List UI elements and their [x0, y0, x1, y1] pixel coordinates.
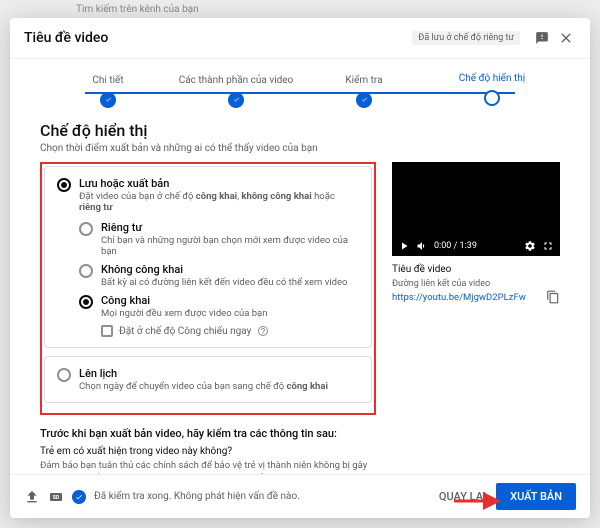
radio-icon: [79, 264, 93, 278]
play-icon[interactable]: [398, 240, 410, 252]
save-publish-card: Lưu hoặc xuất bản Đặt video của bạn ở ch…: [44, 166, 372, 348]
premiere-checkbox[interactable]: Đặt ở chế độ Công chiếu ngay: [101, 325, 359, 337]
dialog-title: Tiêu đề video: [24, 30, 412, 46]
schedule-card: Lên lịch Chọn ngày để chuyển video của b…: [44, 356, 372, 403]
close-icon[interactable]: [556, 28, 576, 48]
preview-time: 0:00 / 1:39: [434, 241, 518, 251]
section-title: Chế độ hiển thị: [40, 121, 560, 140]
fullscreen-icon[interactable]: [542, 240, 554, 252]
check-question: Trẻ em có xuất hiện trong video này khôn…: [40, 446, 376, 457]
footer-status: Đã kiểm tra xong. Không phát hiện vấn đề…: [94, 491, 300, 502]
hd-icon: SD: [48, 489, 64, 505]
radio-icon: [79, 222, 93, 236]
help-icon[interactable]: [257, 325, 269, 337]
dialog-footer: SD Đã kiểm tra xong. Không phát hiện vấn…: [10, 474, 590, 518]
annotation-highlight: Lưu hoặc xuất bản Đặt video của bạn ở ch…: [40, 162, 376, 415]
section-subtitle: Chọn thời điểm xuất bản và những ai có t…: [40, 143, 560, 154]
step-elements[interactable]: Các thành phần của video: [172, 75, 300, 108]
check-answer: Đảm bảo bạn tuân thủ các chính sách để b…: [40, 459, 376, 474]
radio-icon: [57, 368, 71, 382]
preview-title: Tiêu đề video: [392, 264, 560, 275]
dialog-body: Chế độ hiển thị Chọn thời điểm xuất bản …: [10, 117, 590, 474]
radio-icon: [79, 295, 93, 309]
upload-icon: [24, 489, 40, 505]
step-details[interactable]: Chi tiết: [44, 75, 172, 108]
radio-icon: [57, 178, 71, 192]
public-radio[interactable]: Công khai Mọi người đều xem được video c…: [79, 294, 359, 319]
video-preview[interactable]: 0:00 / 1:39: [392, 162, 560, 256]
dialog-header: Tiêu đề video Đã lưu ở chế độ riêng tư: [10, 18, 590, 59]
checkbox-icon: [101, 325, 113, 337]
video-link[interactable]: https://youtu.be/MjgwD2PLzFw: [392, 292, 526, 303]
stepper: Chi tiết Các thành phần của video Kiểm t…: [10, 59, 590, 117]
background-search: Tìm kiếm trên kênh của bạn: [76, 4, 199, 15]
back-button[interactable]: QUAY LẠI: [429, 484, 496, 509]
feedback-icon[interactable]: [532, 28, 552, 48]
copy-icon[interactable]: [546, 290, 560, 304]
settings-icon[interactable]: [524, 240, 536, 252]
save-status-chip: Đã lưu ở chế độ riêng tư: [412, 31, 520, 45]
preview-link-label: Đường liên kết của video: [392, 279, 560, 289]
unlisted-radio[interactable]: Không công khai Bất kỳ ai có đường liên …: [79, 263, 359, 288]
upload-dialog: Tiêu đề video Đã lưu ở chế độ riêng tư C…: [10, 18, 590, 518]
volume-icon[interactable]: [416, 240, 428, 252]
step-visibility[interactable]: Chế độ hiển thị: [428, 73, 556, 109]
step-checks[interactable]: Kiểm tra: [300, 75, 428, 108]
check-icon: [72, 490, 86, 504]
private-radio[interactable]: Riêng tư Chỉ bạn và những người bạn chọn…: [79, 221, 359, 257]
schedule-radio[interactable]: Lên lịch Chọn ngày để chuyển video của b…: [57, 367, 359, 392]
publish-button[interactable]: XUẤT BẢN: [496, 483, 576, 510]
svg-text:SD: SD: [53, 495, 60, 501]
save-publish-radio[interactable]: Lưu hoặc xuất bản Đặt video của bạn ở ch…: [57, 177, 359, 213]
checks-heading: Trước khi bạn xuất bản video, hãy kiểm t…: [40, 427, 376, 440]
